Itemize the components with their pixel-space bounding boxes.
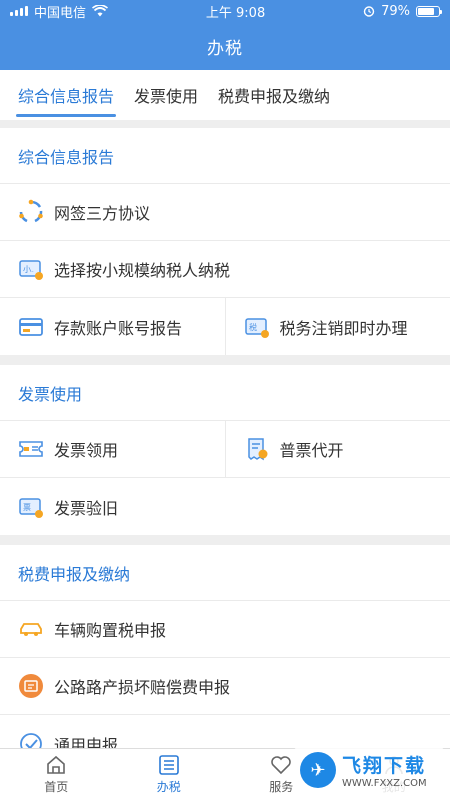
item-label: 税务注销即时办理: [279, 318, 408, 338]
item-invoice-verify[interactable]: 票 发票验旧: [0, 478, 450, 535]
list-row: 票 发票验旧: [0, 478, 450, 535]
item-label: 公路路产损坏赔偿费申报: [54, 678, 231, 697]
section-title: 发票使用: [0, 365, 450, 421]
section-tax-declaration: 税费申报及缴纳 车辆购置税申报 公路路产损坏赔偿费申报 通用申报: [0, 545, 450, 772]
home-icon: [47, 755, 66, 774]
main-content: 综合信息报告 网签三方协议 小 .. 选择按小规模纳税人纳税 存款账户账号报告 …: [0, 128, 450, 782]
tab-invoice-use[interactable]: 发票使用: [134, 70, 198, 120]
item-small-scale[interactable]: 小 .. 选择按小规模纳税人纳税: [0, 241, 450, 297]
page-title: 办税: [207, 38, 243, 59]
list-row: 存款账户账号报告 税 税务注销即时办理: [0, 298, 450, 355]
list-row: 公路路产损坏赔偿费申报: [0, 658, 450, 715]
tax-cancel-icon: 税: [244, 314, 270, 340]
alarm-icon: [363, 6, 375, 17]
list-row: 小 .. 选择按小规模纳税人纳税: [0, 241, 450, 298]
item-road-damage[interactable]: 公路路产损坏赔偿费申报: [0, 658, 450, 714]
nav-label: 办税: [156, 780, 181, 794]
svg-text:..: ..: [30, 267, 34, 274]
item-invoice-receive[interactable]: 发票领用: [0, 421, 225, 477]
agreement-icon: [18, 199, 44, 225]
list-row: 车辆购置税申报: [0, 601, 450, 658]
watermark-brand: 飞翔下载: [342, 755, 427, 777]
tab-comprehensive-info[interactable]: 综合信息报告: [15, 70, 117, 120]
item-label: 选择按小规模纳税人纳税: [54, 261, 231, 280]
section-comprehensive-info: 综合信息报告 网签三方协议 小 .. 选择按小规模纳税人纳税 存款账户账号报告 …: [0, 128, 450, 355]
battery-percent: 79%: [381, 3, 410, 19]
battery-icon: [416, 5, 442, 17]
nav-label: 服务: [269, 780, 294, 794]
invoice-verify-icon: 票: [18, 494, 44, 520]
item-invoice-issue[interactable]: 普票代开: [224, 421, 450, 477]
nav-label: 首页: [44, 780, 69, 794]
item-label: 存款账户账号报告: [54, 318, 183, 338]
heart-icon: [271, 756, 292, 775]
status-bar: 中国电信 上午 9:08 79%: [0, 0, 450, 22]
item-label: 普票代开: [279, 441, 344, 460]
svg-text:票: 票: [23, 503, 31, 512]
item-tax-cancel[interactable]: 税 税务注销即时办理: [224, 298, 450, 355]
watermark-logo-icon: ✈: [300, 752, 336, 788]
item-label: 网签三方协议: [54, 204, 151, 223]
item-label: 发票领用: [54, 441, 119, 460]
svg-text:税: 税: [249, 322, 257, 332]
top-bar: 中国电信 上午 9:08 79% 办税: [0, 0, 450, 70]
item-label: 发票验旧: [54, 498, 119, 518]
wifi-icon: [92, 5, 109, 17]
clock-label: 上午 9:08: [205, 5, 266, 21]
tab-tax-declaration[interactable]: 税费申报及缴纳: [218, 70, 330, 120]
item-vehicle-tax[interactable]: 车辆购置税申报: [0, 601, 450, 657]
section-title: 税费申报及缴纳: [0, 545, 450, 601]
small-scale-icon: 小 ..: [18, 256, 44, 282]
bank-card-icon: [18, 314, 44, 340]
section-title: 综合信息报告: [0, 128, 450, 184]
item-bank-account[interactable]: 存款账户账号报告: [0, 298, 225, 355]
section-invoice-use: 发票使用 发票领用 普票代开 票 发票验旧: [0, 365, 450, 535]
list-icon: [158, 755, 179, 775]
nav-tax[interactable]: 办税: [113, 749, 226, 800]
nav-home[interactable]: 首页: [0, 749, 113, 800]
tab-bar: 综合信息报告 发票使用 税费申报及缴纳: [0, 70, 450, 120]
item-agreement[interactable]: 网签三方协议: [0, 184, 450, 240]
carrier-label: 中国电信: [34, 5, 87, 21]
invoice-issue-icon: [244, 436, 270, 462]
watermark: ✈ 飞翔下载 WWW.FXXZ.COM: [294, 746, 444, 794]
car-icon: [18, 616, 44, 642]
signal-icon: [10, 6, 28, 16]
list-row: 发票领用 普票代开: [0, 421, 450, 478]
list-row: 网签三方协议: [0, 184, 450, 241]
invoice-receive-icon: [18, 436, 44, 462]
road-damage-icon: [18, 673, 44, 699]
watermark-url: WWW.FXXZ.COM: [342, 778, 427, 789]
item-label: 车辆购置税申报: [54, 621, 167, 640]
